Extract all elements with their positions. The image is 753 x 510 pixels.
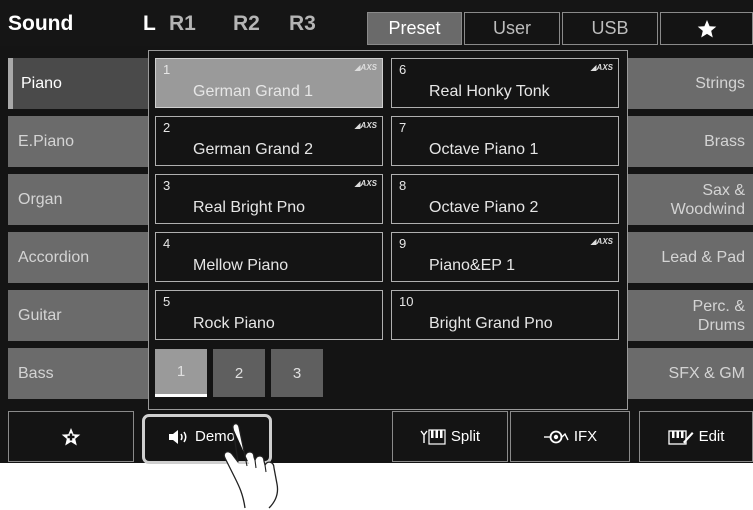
tab-user[interactable]: User [464, 12, 560, 45]
voice-item[interactable]: 3 ◢AXS Real Bright Pno [155, 174, 383, 224]
category-e-piano[interactable]: E.Piano [8, 116, 148, 167]
voice-item[interactable]: 9 ◢AXS Piano&EP 1 [391, 232, 619, 282]
ifx-label: IFX [573, 428, 598, 445]
voice-item[interactable]: 5 Rock Piano [155, 290, 383, 340]
axs-badge: ◢AXS [354, 63, 377, 72]
part-l-button[interactable]: L [143, 12, 156, 36]
page-3-button[interactable]: 3 [271, 349, 323, 397]
favorite-add-button[interactable] [8, 411, 134, 462]
category-piano[interactable]: Piano [8, 58, 148, 109]
edit-button[interactable]: Edit [639, 411, 753, 462]
edit-label: Edit [698, 428, 725, 445]
voice-item[interactable]: 7 Octave Piano 1 [391, 116, 619, 166]
voice-item[interactable]: 1 ◢AXS German Grand 1 [155, 58, 383, 108]
split-button[interactable]: Split [392, 411, 508, 462]
tab-preset[interactable]: Preset [367, 12, 462, 45]
edit-keyboard-icon [667, 429, 694, 445]
page-1-button[interactable]: 1 [155, 349, 207, 397]
axs-badge: ◢AXS [590, 63, 613, 72]
voice-item[interactable]: 8 Octave Piano 2 [391, 174, 619, 224]
sound-screen: Sound L R1 R2 R3 Preset User USB Piano E… [0, 0, 753, 463]
axs-badge: ◢AXS [590, 237, 613, 246]
page-2-button[interactable]: 2 [213, 349, 265, 397]
category-perc-drums[interactable]: Perc. & Drums [612, 290, 753, 341]
part-r1-button[interactable]: R1 [169, 12, 196, 36]
axs-badge: ◢AXS [354, 179, 377, 188]
page-title: Sound [8, 12, 74, 35]
star-plus-icon [61, 427, 81, 445]
tab-usb[interactable]: USB [562, 12, 658, 45]
effect-knob-icon [543, 430, 569, 443]
category-organ[interactable]: Organ [8, 174, 148, 225]
category-accordion[interactable]: Accordion [8, 232, 148, 283]
category-sfx-gm[interactable]: SFX & GM [612, 348, 753, 399]
category-lead-pad[interactable]: Lead & Pad [612, 232, 753, 283]
category-guitar[interactable]: Guitar [8, 290, 148, 341]
category-sax-woodwind[interactable]: Sax & Woodwind [612, 174, 753, 225]
category-brass[interactable]: Brass [612, 116, 753, 167]
voice-item[interactable]: 4 Mellow Piano [155, 232, 383, 282]
split-label: Split [450, 428, 481, 445]
axs-badge: ◢AXS [354, 121, 377, 130]
category-bass[interactable]: Bass [8, 348, 148, 399]
star-icon [697, 19, 716, 37]
category-strings[interactable]: Strings [612, 58, 753, 109]
header-bar: Sound L R1 R2 R3 Preset User USB [0, 0, 753, 46]
pointing-hand-icon [223, 423, 279, 509]
tab-favorite[interactable] [660, 12, 753, 45]
ifx-button[interactable]: IFX [510, 411, 630, 462]
voice-item[interactable]: 6 ◢AXS Real Honky Tonk [391, 58, 619, 108]
voice-item[interactable]: 2 ◢AXS German Grand 2 [155, 116, 383, 166]
voice-item[interactable]: 10 Bright Grand Pno [391, 290, 619, 340]
part-r3-button[interactable]: R3 [289, 12, 316, 36]
split-keyboard-icon [420, 428, 446, 445]
part-r2-button[interactable]: R2 [233, 12, 260, 36]
